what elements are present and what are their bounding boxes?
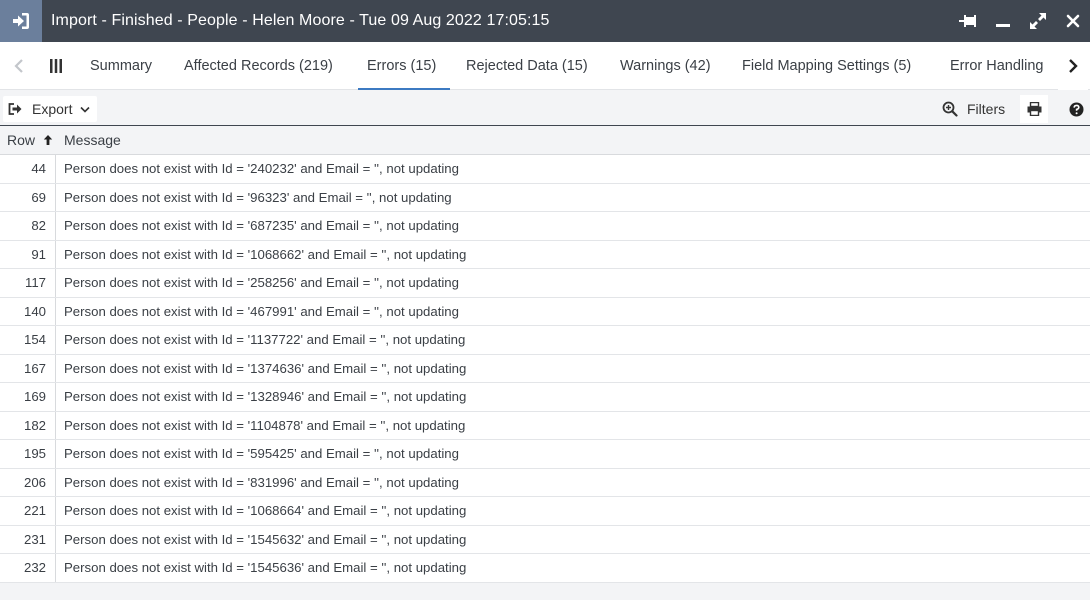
message-cell: Person does not exist with Id = '1328946…	[64, 389, 467, 405]
help-icon	[1069, 102, 1083, 116]
pin-button[interactable]	[950, 0, 985, 42]
table-row[interactable]: 232 Person does not exist with Id = '1545…	[0, 554, 1090, 583]
search-icon	[942, 101, 958, 117]
row-number-cell: 91	[0, 240, 56, 268]
row-number-cell: 167	[0, 354, 56, 382]
toolbar: Export Filters	[0, 91, 1090, 126]
row-number-cell: 195	[0, 440, 56, 468]
tab-summary[interactable]: Summary	[81, 42, 161, 90]
tab-bar: Summary Affected Records (219) Errors (1…	[0, 42, 1090, 90]
chevron-left-icon	[14, 59, 23, 73]
row-number-cell: 82	[0, 212, 56, 240]
row-number-cell: 231	[0, 525, 56, 553]
chevron-down-icon	[80, 106, 91, 113]
close-button[interactable]	[1055, 0, 1090, 42]
message-cell: Person does not exist with Id = '1374636…	[64, 360, 467, 376]
tab-columns-button[interactable]	[44, 42, 68, 90]
message-cell: Person does not exist with Id = '1137722…	[64, 332, 466, 348]
grid-header: Row Message	[0, 126, 1090, 155]
message-cell: Person does not exist with Id = '1104878…	[64, 417, 466, 433]
tab-affected-records[interactable]: Affected Records (219)	[175, 42, 342, 90]
sort-ascending-icon	[43, 135, 53, 145]
table-row[interactable]: 154 Person does not exist with Id = '1137…	[0, 326, 1090, 355]
expand-icon	[1029, 13, 1046, 29]
close-icon	[1066, 14, 1079, 28]
column-header-message[interactable]: Message	[64, 132, 121, 148]
window-title: Import - Finished - People - Helen Moore…	[51, 12, 550, 29]
tab-field-mapping-settings[interactable]: Field Mapping Settings (5)	[733, 42, 920, 90]
window-controls	[950, 0, 1090, 42]
column-header-row-label: Row	[7, 132, 36, 148]
message-cell: Person does not exist with Id = '96323' …	[64, 189, 452, 205]
filters-label: Filters	[967, 101, 1006, 117]
row-number-cell: 140	[0, 297, 56, 325]
message-cell: Person does not exist with Id = '258256'…	[64, 275, 459, 291]
errors-grid: Row Message 44 Person does not exist with…	[0, 126, 1090, 583]
message-cell: Person does not exist with Id = '467991'…	[64, 303, 459, 319]
export-label: Export	[32, 101, 73, 117]
table-row[interactable]: 117 Person does not exist with Id = '2582…	[0, 269, 1090, 298]
column-header-row[interactable]: Row	[0, 132, 64, 148]
window-titlebar: Import - Finished - People - Helen Moore…	[0, 0, 1090, 42]
message-cell: Person does not exist with Id = '831996'…	[64, 474, 459, 490]
tab-error-handling[interactable]: Error Handling	[941, 42, 1053, 90]
row-number-cell: 232	[0, 554, 56, 582]
help-button[interactable]	[1066, 97, 1086, 121]
minimize-icon	[995, 24, 1010, 27]
sign-in-icon	[13, 13, 29, 29]
chevron-right-icon	[1069, 59, 1078, 73]
table-row[interactable]: 69 Person does not exist with Id = '96323…	[0, 183, 1090, 212]
tab-scroll-right-button[interactable]	[1058, 42, 1088, 90]
export-button[interactable]: Export	[3, 96, 98, 122]
row-number-cell: 182	[0, 411, 56, 439]
tab-scroll-left-button[interactable]	[4, 42, 34, 90]
filters-button[interactable]: Filters	[942, 96, 1005, 122]
row-number-cell: 221	[0, 497, 56, 525]
table-row[interactable]: 221 Person does not exist with Id = '1068…	[0, 497, 1090, 526]
columns-icon	[50, 59, 62, 73]
table-row[interactable]: 231 Person does not exist with Id = '1545…	[0, 525, 1090, 554]
tab-warnings[interactable]: Warnings (42)	[611, 42, 720, 90]
table-row[interactable]: 91 Person does not exist with Id = '10686…	[0, 240, 1090, 269]
minimize-button[interactable]	[985, 0, 1020, 42]
table-row[interactable]: 140 Person does not exist with Id = '4679…	[0, 297, 1090, 326]
pin-icon	[958, 15, 976, 27]
table-row[interactable]: 182 Person does not exist with Id = '1104…	[0, 411, 1090, 440]
tab-rejected-data[interactable]: Rejected Data (15)	[457, 42, 597, 90]
table-row[interactable]: 167 Person does not exist with Id = '1374…	[0, 354, 1090, 383]
expand-button[interactable]	[1020, 0, 1055, 42]
row-number-cell: 69	[0, 183, 56, 211]
row-number-cell: 44	[0, 155, 56, 183]
message-cell: Person does not exist with Id = '1068664…	[64, 503, 467, 519]
print-button[interactable]	[1020, 95, 1048, 123]
row-number-cell: 117	[0, 269, 56, 297]
message-cell: Person does not exist with Id = '687235'…	[64, 218, 459, 234]
message-cell: Person does not exist with Id = '1545636…	[64, 560, 467, 576]
row-number-cell: 169	[0, 383, 56, 411]
table-row[interactable]: 44 Person does not exist with Id = '24023…	[0, 155, 1090, 184]
table-row[interactable]: 206 Person does not exist with Id = '8319…	[0, 468, 1090, 497]
table-row[interactable]: 82 Person does not exist with Id = '68723…	[0, 212, 1090, 241]
row-number-cell: 206	[0, 468, 56, 496]
message-cell: Person does not exist with Id = '1068662…	[64, 246, 467, 262]
grid-body: 44 Person does not exist with Id = '24023…	[0, 155, 1090, 583]
print-icon	[1027, 102, 1041, 116]
message-cell: Person does not exist with Id = '240232'…	[64, 161, 459, 177]
table-row[interactable]: 169 Person does not exist with Id = '1328…	[0, 383, 1090, 412]
message-cell: Person does not exist with Id = '1545632…	[64, 531, 467, 547]
table-row[interactable]: 195 Person does not exist with Id = '5954…	[0, 440, 1090, 469]
tab-errors[interactable]: Errors (15)	[358, 42, 450, 90]
export-icon	[8, 103, 22, 115]
window-icon-box	[0, 0, 42, 42]
row-number-cell: 154	[0, 326, 56, 354]
message-cell: Person does not exist with Id = '595425'…	[64, 446, 459, 462]
